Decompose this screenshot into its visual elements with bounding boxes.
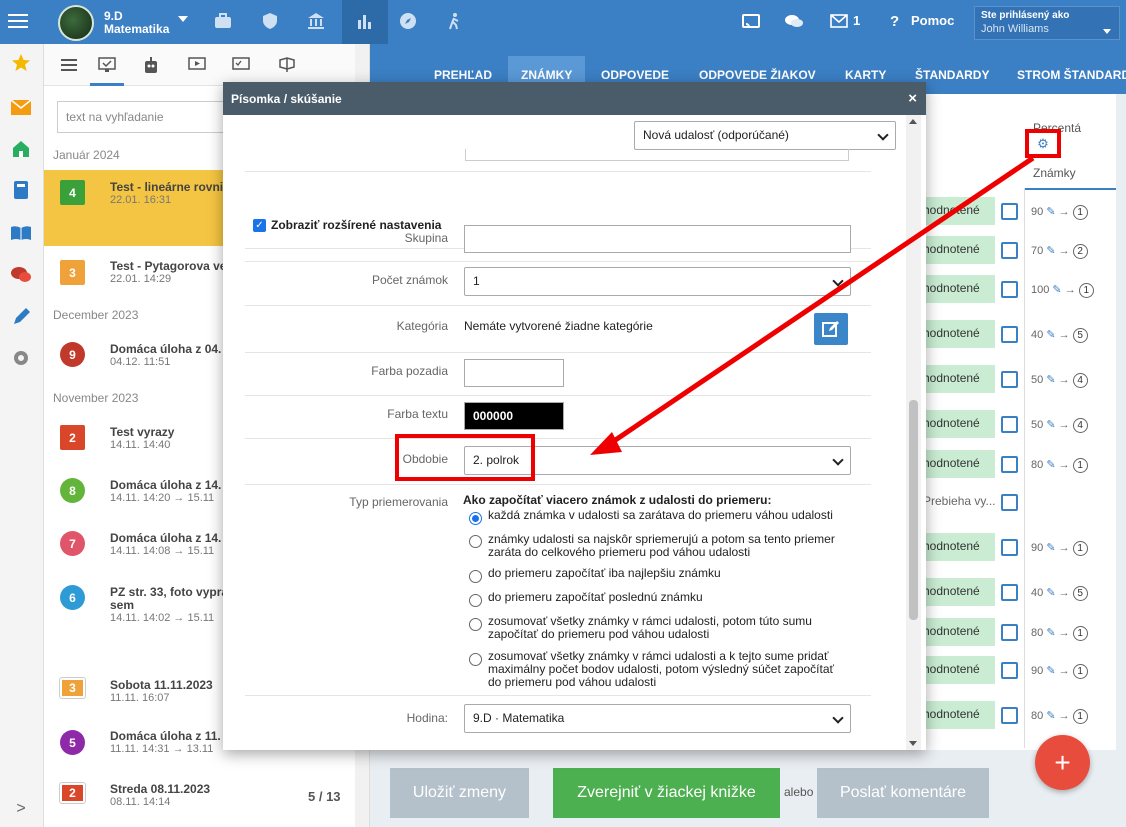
annotation-arrow [590, 155, 1035, 455]
